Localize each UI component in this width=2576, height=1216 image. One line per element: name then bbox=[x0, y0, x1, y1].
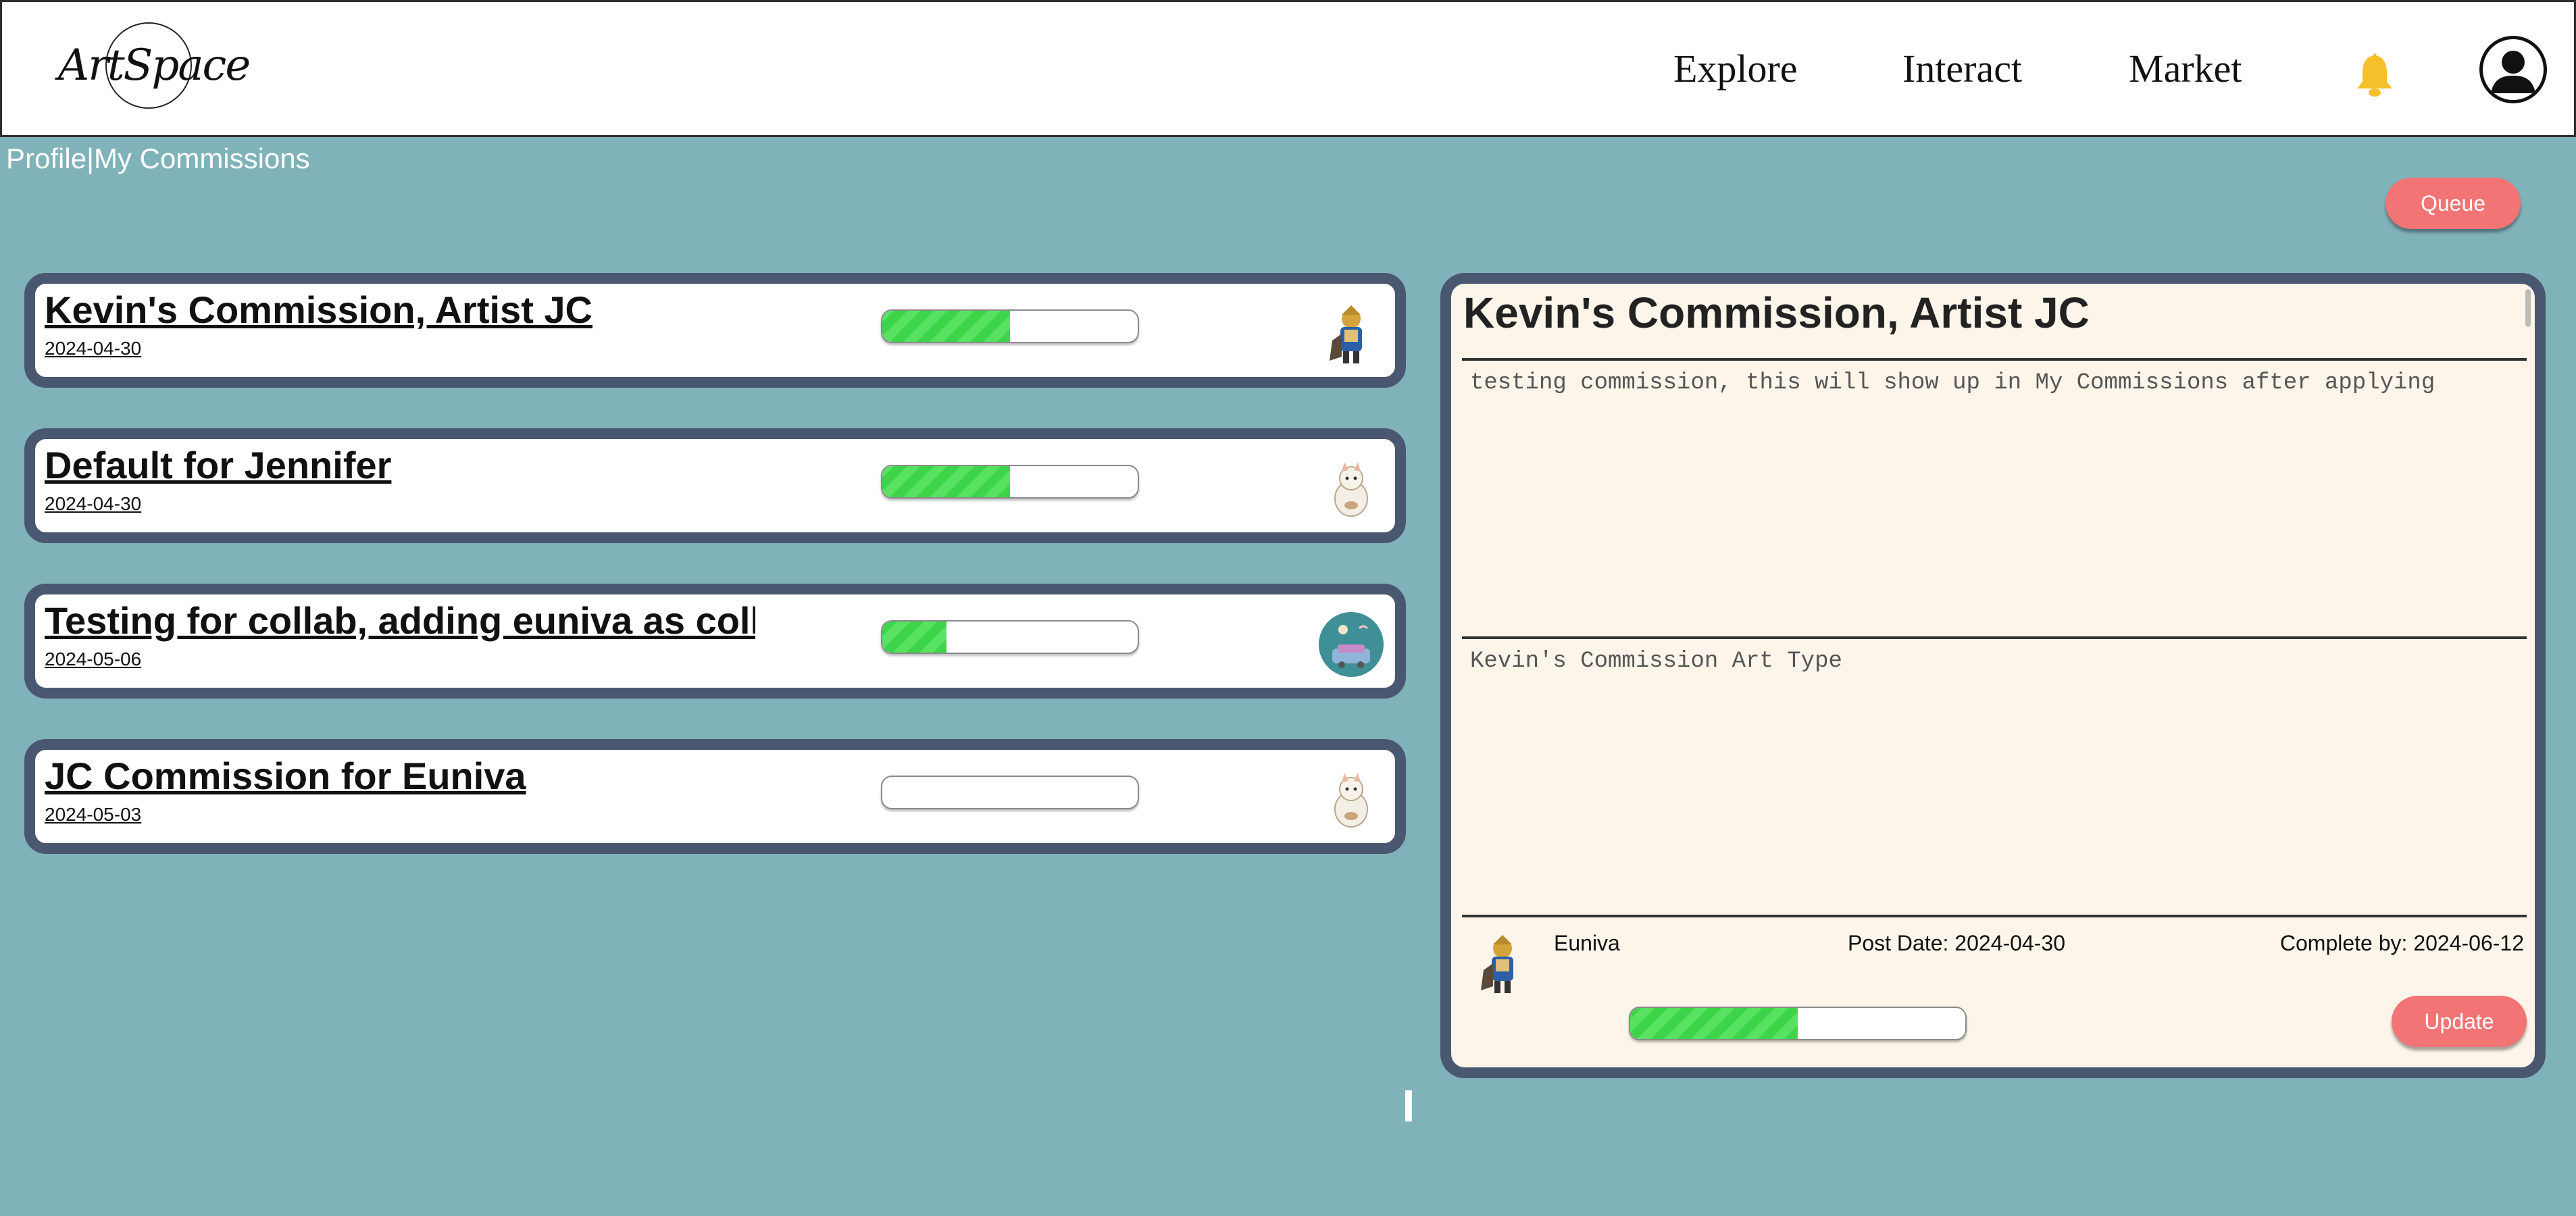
commission-card[interactable]: Kevin's Commission, Artist JC 2024-04-30 bbox=[24, 273, 1406, 388]
commission-detail-panel: Kevin's Commission, Artist JC testing co… bbox=[1440, 273, 2546, 1078]
complete-by-date: Complete by: 2024-06-12 bbox=[2279, 931, 2524, 955]
nav-market[interactable]: Market bbox=[2129, 49, 2242, 88]
divider bbox=[1462, 636, 2527, 639]
knight-character-avatar bbox=[1330, 305, 1362, 363]
commission-title[interactable]: JC Commission for Euniva bbox=[45, 755, 755, 797]
teal-scene-avatar bbox=[1319, 612, 1384, 677]
commission-card[interactable]: Testing for collab, adding euniva as col… bbox=[24, 584, 1406, 699]
breadcrumb-separator: | bbox=[86, 143, 94, 174]
commission-progress-bar bbox=[881, 465, 1139, 499]
progress-fill bbox=[1630, 1008, 1798, 1039]
user-name[interactable]: Euniva bbox=[1554, 932, 1620, 954]
detail-title: Kevin's Commission, Artist JC bbox=[1463, 288, 2090, 337]
commission-progress-bar bbox=[881, 620, 1139, 654]
commission-date[interactable]: 2024-05-06 bbox=[45, 649, 141, 670]
commission-card[interactable]: Default for Jennifer 2024-04-30 bbox=[24, 428, 1406, 543]
profile-avatar-icon[interactable] bbox=[2479, 36, 2547, 103]
update-button[interactable]: Update bbox=[2392, 996, 2527, 1047]
breadcrumb: Profile|My Commissions bbox=[6, 145, 310, 173]
logo-text: ArtSpace bbox=[58, 41, 251, 91]
art-type-textarea[interactable]: Kevin's Commission Art Type bbox=[1470, 649, 1842, 674]
progress-fill bbox=[882, 466, 1010, 497]
commission-date[interactable]: 2024-05-03 bbox=[45, 804, 141, 826]
progress-fill bbox=[882, 311, 1010, 342]
description-textarea[interactable]: testing commission, this will show up in… bbox=[1470, 370, 2435, 396]
post-date: Post Date: 2024-04-30 bbox=[1848, 931, 2065, 955]
progress-fill bbox=[882, 622, 946, 653]
commission-progress-bar bbox=[881, 309, 1139, 343]
divider bbox=[1462, 358, 2527, 361]
bell-icon[interactable] bbox=[2354, 51, 2395, 98]
commission-title[interactable]: Kevin's Commission, Artist JC bbox=[45, 289, 755, 331]
resize-handle[interactable] bbox=[1405, 1090, 1412, 1121]
white-cat-avatar bbox=[1334, 773, 1368, 828]
user-avatar[interactable] bbox=[1469, 930, 1536, 997]
commission-date[interactable]: 2024-04-30 bbox=[45, 338, 141, 359]
queue-button[interactable]: Queue bbox=[2385, 178, 2521, 229]
white-cat-avatar bbox=[1334, 462, 1368, 517]
breadcrumb-profile[interactable]: Profile bbox=[6, 143, 86, 174]
breadcrumb-my-commissions[interactable]: My Commissions bbox=[94, 143, 310, 174]
top-navigation-bar: ArtSpace Explore Interact Market bbox=[0, 0, 2576, 137]
scrollbar-thumb[interactable] bbox=[2525, 289, 2531, 327]
commission-title[interactable]: Testing for collab, adding euniva as col… bbox=[45, 600, 755, 642]
commission-card[interactable]: JC Commission for Euniva 2024-05-03 bbox=[24, 739, 1406, 854]
commission-title[interactable]: Default for Jennifer bbox=[45, 445, 755, 486]
commission-progress-bar bbox=[881, 776, 1139, 809]
artspace-logo[interactable]: ArtSpace bbox=[58, 18, 251, 113]
detail-progress-bar bbox=[1629, 1007, 1967, 1040]
nav-explore[interactable]: Explore bbox=[1673, 49, 1798, 88]
nav-interact[interactable]: Interact bbox=[1902, 49, 2022, 88]
commission-date[interactable]: 2024-04-30 bbox=[45, 493, 141, 515]
divider bbox=[1462, 915, 2527, 917]
